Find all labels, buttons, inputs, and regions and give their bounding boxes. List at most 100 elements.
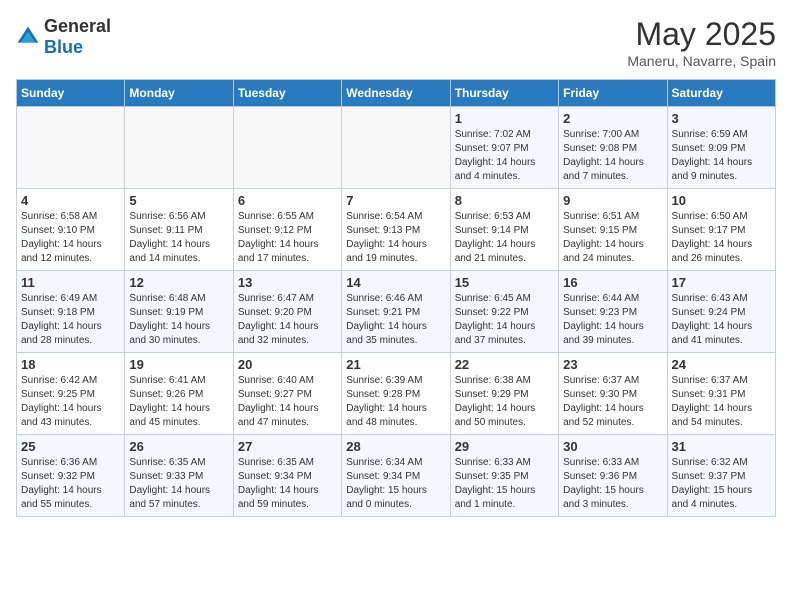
day-cell: 14 Sunrise: 6:46 AM Sunset: 9:21 PM Dayli… <box>342 271 450 353</box>
day-cell: 1 Sunrise: 7:02 AM Sunset: 9:07 PM Daylig… <box>450 107 558 189</box>
day-cell: 13 Sunrise: 6:47 AM Sunset: 9:20 PM Dayli… <box>233 271 341 353</box>
day-number: 10 <box>672 193 771 208</box>
day-cell: 17Sunrise: 6:43 AM Sunset: 9:24 PM Dayli… <box>667 271 775 353</box>
day-info: Sunrise: 6:47 AM Sunset: 9:20 PM Dayligh… <box>238 292 337 348</box>
day-cell: 10 Sunrise: 6:50 AM Sunset: 9:17 PM Dayli… <box>667 189 775 271</box>
day-info: Sunrise: 6:56 AM Sunset: 9:11 PM Dayligh… <box>129 210 228 266</box>
day-info: Sunrise: 6:37 AM Sunset: 9:30 PM Dayligh… <box>563 374 662 430</box>
day-info: Sunrise: 6:35 AM Sunset: 9:34 PM Dayligh… <box>238 456 337 512</box>
day-number: 1 <box>455 111 554 126</box>
day-number: 30 <box>563 439 662 454</box>
day-info: Sunrise: 6:37 AM Sunset: 9:31 PM Dayligh… <box>672 374 771 430</box>
title-area: May 2025 Maneru, Navarre, Spain <box>627 16 776 69</box>
week-row-2: 4Sunrise: 6:58 AM Sunset: 9:10 PM Daylig… <box>17 189 776 271</box>
week-row-3: 11 Sunrise: 6:49 AM Sunset: 9:18 PM Dayli… <box>17 271 776 353</box>
day-number: 12 <box>129 275 228 290</box>
day-number: 9 <box>563 193 662 208</box>
day-number: 7 <box>346 193 445 208</box>
day-number: 24 <box>672 357 771 372</box>
logo-icon <box>16 25 40 49</box>
day-number: 21 <box>346 357 445 372</box>
day-info: Sunrise: 6:49 AM Sunset: 9:18 PM Dayligh… <box>21 292 120 348</box>
day-number: 29 <box>455 439 554 454</box>
day-info: Sunrise: 6:50 AM Sunset: 9:17 PM Dayligh… <box>672 210 771 266</box>
day-number: 25 <box>21 439 120 454</box>
day-cell: 11 Sunrise: 6:49 AM Sunset: 9:18 PM Dayli… <box>17 271 125 353</box>
weekday-header-monday: Monday <box>125 80 233 107</box>
day-number: 23 <box>563 357 662 372</box>
day-info: Sunrise: 6:53 AM Sunset: 9:14 PM Dayligh… <box>455 210 554 266</box>
day-cell: 31 Sunrise: 6:32 AM Sunset: 9:37 PM Dayli… <box>667 435 775 517</box>
day-info: Sunrise: 7:02 AM Sunset: 9:07 PM Dayligh… <box>455 128 554 184</box>
day-info: Sunrise: 6:33 AM Sunset: 9:36 PM Dayligh… <box>563 456 662 512</box>
weekday-header-thursday: Thursday <box>450 80 558 107</box>
day-info: Sunrise: 6:51 AM Sunset: 9:15 PM Dayligh… <box>563 210 662 266</box>
day-number: 31 <box>672 439 771 454</box>
day-cell: 29Sunrise: 6:33 AM Sunset: 9:35 PM Dayli… <box>450 435 558 517</box>
day-number: 2 <box>563 111 662 126</box>
day-cell: 23 Sunrise: 6:37 AM Sunset: 9:30 PM Dayli… <box>559 353 667 435</box>
weekday-header-wednesday: Wednesday <box>342 80 450 107</box>
day-cell: 5 Sunrise: 6:56 AM Sunset: 9:11 PM Daylig… <box>125 189 233 271</box>
day-number: 13 <box>238 275 337 290</box>
day-number: 15 <box>455 275 554 290</box>
logo: General Blue <box>16 16 111 58</box>
day-cell: 4Sunrise: 6:58 AM Sunset: 9:10 PM Daylig… <box>17 189 125 271</box>
day-number: 11 <box>21 275 120 290</box>
day-cell <box>17 107 125 189</box>
day-cell: 19 Sunrise: 6:41 AM Sunset: 9:26 PM Dayli… <box>125 353 233 435</box>
day-cell: 22 Sunrise: 6:38 AM Sunset: 9:29 PM Dayli… <box>450 353 558 435</box>
logo-text: General Blue <box>44 16 111 58</box>
day-number: 26 <box>129 439 228 454</box>
day-number: 19 <box>129 357 228 372</box>
day-info: Sunrise: 6:48 AM Sunset: 9:19 PM Dayligh… <box>129 292 228 348</box>
day-cell: 8Sunrise: 6:53 AM Sunset: 9:14 PM Daylig… <box>450 189 558 271</box>
day-info: Sunrise: 6:38 AM Sunset: 9:29 PM Dayligh… <box>455 374 554 430</box>
day-info: Sunrise: 6:45 AM Sunset: 9:22 PM Dayligh… <box>455 292 554 348</box>
location-title: Maneru, Navarre, Spain <box>627 53 776 69</box>
month-title: May 2025 <box>627 16 776 53</box>
day-number: 20 <box>238 357 337 372</box>
day-cell <box>125 107 233 189</box>
day-info: Sunrise: 6:32 AM Sunset: 9:37 PM Dayligh… <box>672 456 771 512</box>
day-cell: 16Sunrise: 6:44 AM Sunset: 9:23 PM Dayli… <box>559 271 667 353</box>
day-number: 27 <box>238 439 337 454</box>
day-cell: 15 Sunrise: 6:45 AM Sunset: 9:22 PM Dayli… <box>450 271 558 353</box>
day-cell: 21Sunrise: 6:39 AM Sunset: 9:28 PM Dayli… <box>342 353 450 435</box>
day-info: Sunrise: 6:42 AM Sunset: 9:25 PM Dayligh… <box>21 374 120 430</box>
day-cell: 20Sunrise: 6:40 AM Sunset: 9:27 PM Dayli… <box>233 353 341 435</box>
day-info: Sunrise: 6:41 AM Sunset: 9:26 PM Dayligh… <box>129 374 228 430</box>
day-number: 4 <box>21 193 120 208</box>
day-cell: 27 Sunrise: 6:35 AM Sunset: 9:34 PM Dayli… <box>233 435 341 517</box>
day-info: Sunrise: 6:46 AM Sunset: 9:21 PM Dayligh… <box>346 292 445 348</box>
day-cell: 18 Sunrise: 6:42 AM Sunset: 9:25 PM Dayli… <box>17 353 125 435</box>
day-number: 22 <box>455 357 554 372</box>
day-info: Sunrise: 6:34 AM Sunset: 9:34 PM Dayligh… <box>346 456 445 512</box>
day-info: Sunrise: 6:43 AM Sunset: 9:24 PM Dayligh… <box>672 292 771 348</box>
day-number: 14 <box>346 275 445 290</box>
day-cell: 3 Sunrise: 6:59 AM Sunset: 9:09 PM Daylig… <box>667 107 775 189</box>
week-row-1: 1 Sunrise: 7:02 AM Sunset: 9:07 PM Daylig… <box>17 107 776 189</box>
day-cell: 12 Sunrise: 6:48 AM Sunset: 9:19 PM Dayli… <box>125 271 233 353</box>
day-info: Sunrise: 6:59 AM Sunset: 9:09 PM Dayligh… <box>672 128 771 184</box>
day-number: 18 <box>21 357 120 372</box>
weekday-header-saturday: Saturday <box>667 80 775 107</box>
day-number: 6 <box>238 193 337 208</box>
day-cell: 6Sunrise: 6:55 AM Sunset: 9:12 PM Daylig… <box>233 189 341 271</box>
day-number: 28 <box>346 439 445 454</box>
weekday-header-row: SundayMondayTuesdayWednesdayThursdayFrid… <box>17 80 776 107</box>
day-info: Sunrise: 6:44 AM Sunset: 9:23 PM Dayligh… <box>563 292 662 348</box>
day-cell: 9 Sunrise: 6:51 AM Sunset: 9:15 PM Daylig… <box>559 189 667 271</box>
weekday-header-tuesday: Tuesday <box>233 80 341 107</box>
day-cell: 24 Sunrise: 6:37 AM Sunset: 9:31 PM Dayli… <box>667 353 775 435</box>
day-number: 3 <box>672 111 771 126</box>
day-cell: 26Sunrise: 6:35 AM Sunset: 9:33 PM Dayli… <box>125 435 233 517</box>
day-info: Sunrise: 7:00 AM Sunset: 9:08 PM Dayligh… <box>563 128 662 184</box>
weekday-header-sunday: Sunday <box>17 80 125 107</box>
day-number: 5 <box>129 193 228 208</box>
calendar-table: SundayMondayTuesdayWednesdayThursdayFrid… <box>16 79 776 517</box>
week-row-4: 18 Sunrise: 6:42 AM Sunset: 9:25 PM Dayli… <box>17 353 776 435</box>
day-cell: 7Sunrise: 6:54 AM Sunset: 9:13 PM Daylig… <box>342 189 450 271</box>
day-cell: 30 Sunrise: 6:33 AM Sunset: 9:36 PM Dayli… <box>559 435 667 517</box>
day-cell <box>342 107 450 189</box>
